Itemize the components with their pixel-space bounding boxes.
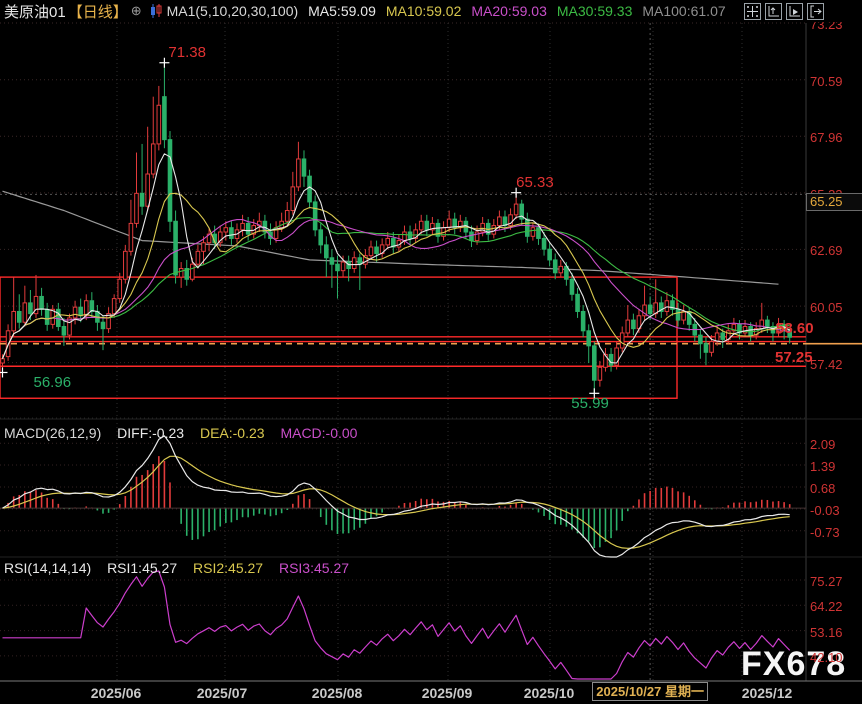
period-badge[interactable]: 【日线】 — [68, 1, 128, 22]
rsi-name[interactable]: RSI(14,14,14) — [4, 560, 91, 576]
x-axis-label: 2025/12 — [742, 685, 793, 701]
ma-settings-label[interactable]: MA1(5,10,20,30,100) — [167, 3, 299, 19]
ma5-value: MA5:59.09 — [308, 3, 376, 19]
ma10-value: MA10:59.02 — [386, 3, 462, 19]
exit-chart-icon[interactable] — [807, 3, 824, 20]
x-axis-label: 2025/08 — [312, 685, 363, 701]
low-annotation: 56.96 — [34, 375, 72, 390]
crosshair-price-box: 65.25 — [806, 193, 862, 211]
circle-plus-icon[interactable]: ⊕ — [131, 3, 142, 19]
y-axis-label: 1.39 — [810, 459, 835, 474]
rsi-header: RSI(14,14,14) RSI1:45.27 RSI2:45.27 RSI3… — [4, 560, 361, 576]
axis-scale-right-icon[interactable] — [786, 3, 803, 20]
y-axis-label: 62.69 — [810, 243, 843, 258]
ma20-value: MA20:59.03 — [471, 3, 547, 19]
y-axis-label: -0.03 — [810, 503, 840, 518]
level-price-tag[interactable]: 58.60 — [776, 321, 814, 336]
swing-low-annotation: 55.99 — [571, 396, 609, 411]
macd-macd-value: MACD:-0.00 — [280, 425, 357, 441]
pan-icon[interactable] — [744, 3, 761, 20]
y-axis-label: 2.09 — [810, 437, 835, 452]
x-axis-label: 2025/06 — [91, 685, 142, 701]
rsi2-value: RSI2:45.27 — [193, 560, 263, 576]
ma30-value: MA30:59.33 — [557, 3, 633, 19]
y-axis-label: 67.96 — [810, 130, 843, 145]
crosshair-date-box: 2025/10/27 星期一 — [592, 682, 708, 701]
candlestick-icon[interactable] — [150, 4, 163, 18]
y-axis-label: 42.10 — [810, 650, 843, 665]
y-axis-label: 53.16 — [810, 625, 843, 640]
instrument-title: 美原油01 — [4, 1, 66, 22]
trading-chart-app: 美原油01 【日线】 ⊕ MA1(5,10,20,30,100) MA5:59.… — [0, 0, 862, 704]
chart-toolbar — [744, 3, 824, 20]
swing-high-annotation: 65.33 — [516, 175, 554, 190]
macd-name[interactable]: MACD(26,12,9) — [4, 425, 101, 441]
y-axis-label: 0.68 — [810, 481, 835, 496]
y-axis-label: 70.59 — [810, 74, 843, 89]
ma100-value: MA100:61.07 — [642, 3, 725, 19]
level-price-tag[interactable]: 57.25 — [775, 350, 813, 365]
macd-header: MACD(26,12,9) DIFF:-0.23 DEA:-0.23 MACD:… — [4, 425, 369, 441]
x-axis-label: 2025/07 — [197, 685, 248, 701]
x-axis-label: 2025/09 — [422, 685, 473, 701]
axis-scale-left-icon[interactable] — [765, 3, 782, 20]
high-annotation: 71.38 — [168, 45, 206, 60]
chart-canvas[interactable] — [0, 0, 862, 704]
header-bar: 美原油01 【日线】 ⊕ MA1(5,10,20,30,100) MA5:59.… — [0, 0, 862, 22]
y-axis-label: 75.27 — [810, 574, 843, 589]
x-axis-label: 2025/10 — [524, 685, 575, 701]
rsi1-value: RSI1:45.27 — [107, 560, 177, 576]
y-axis-label: 60.05 — [810, 300, 843, 315]
macd-dea-value: DEA:-0.23 — [200, 425, 265, 441]
macd-diff-value: DIFF:-0.23 — [117, 425, 184, 441]
y-axis-label: 57.42 — [810, 357, 843, 372]
y-axis-label: 64.22 — [810, 599, 843, 614]
rsi3-value: RSI3:45.27 — [279, 560, 349, 576]
y-axis-label: -0.73 — [810, 525, 840, 540]
